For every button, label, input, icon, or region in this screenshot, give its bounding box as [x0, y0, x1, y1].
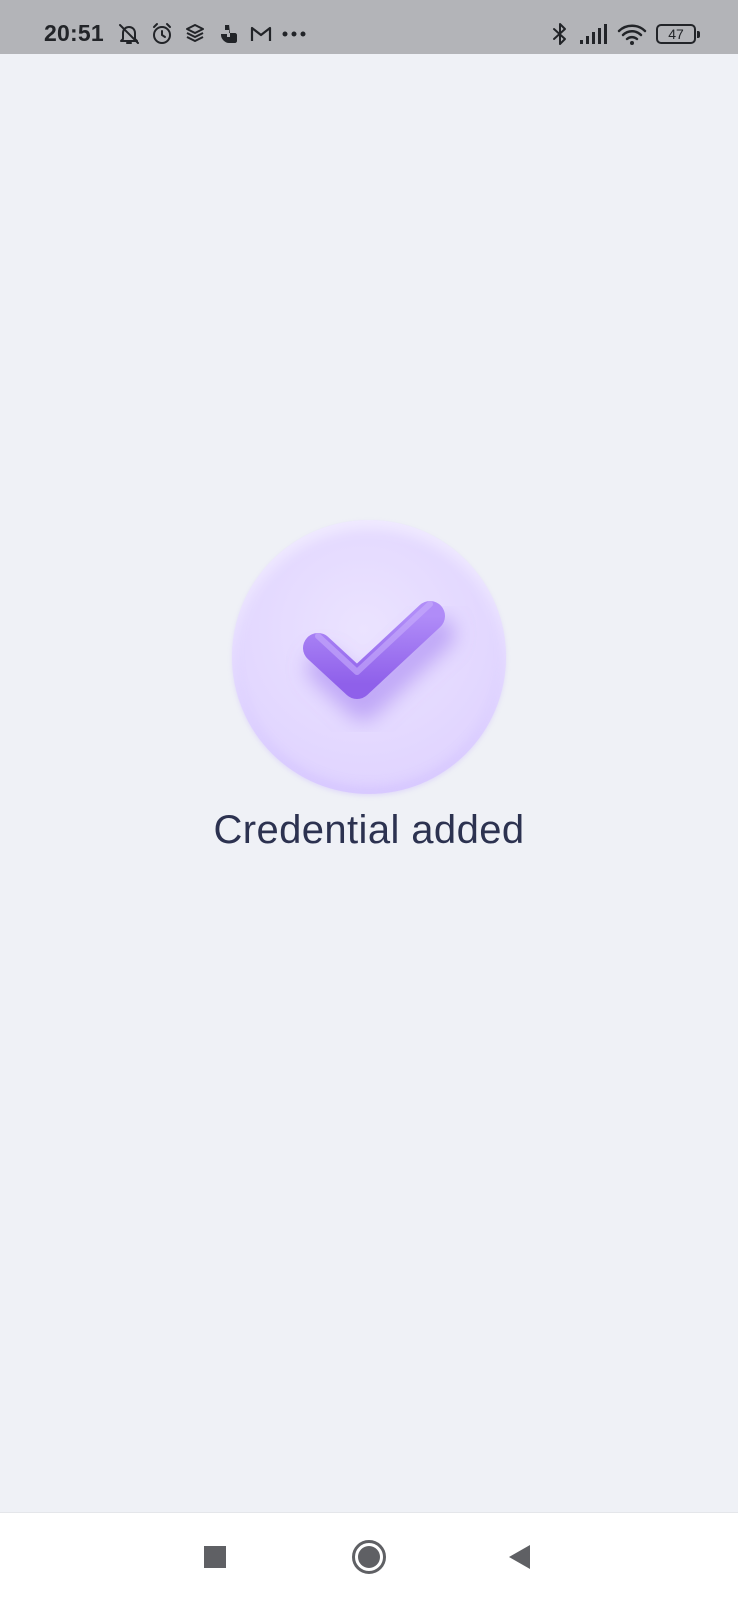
back-icon [509, 1545, 530, 1569]
back-button[interactable] [496, 1533, 544, 1581]
home-button[interactable] [345, 1533, 393, 1581]
more-notifications-icon [282, 31, 306, 37]
recent-apps-button[interactable] [191, 1533, 239, 1581]
system-icons: 47 [550, 20, 700, 48]
status-bar: 20:51 47 [0, 0, 738, 54]
notification-icons [116, 20, 309, 48]
bell-off-icon [119, 24, 139, 44]
wifi-icon [617, 24, 647, 45]
screen: 20:51 47 Credential added [0, 0, 738, 1600]
checkmark-icon [303, 601, 455, 721]
home-icon [352, 1540, 386, 1574]
success-badge [232, 520, 506, 794]
phone-app-icon [221, 24, 237, 43]
alarm-icon [153, 23, 171, 44]
recent-apps-icon [204, 1546, 226, 1568]
battery-icon: 47 [656, 24, 700, 44]
bluetooth-icon [553, 23, 566, 45]
battery-level: 47 [668, 26, 684, 42]
app-icon [186, 24, 204, 42]
signal-icon [580, 24, 607, 44]
gmail-icon [250, 26, 272, 41]
navigation-bar [0, 1512, 738, 1600]
status-time: 20:51 [44, 20, 104, 46]
success-message: Credential added [213, 808, 525, 852]
